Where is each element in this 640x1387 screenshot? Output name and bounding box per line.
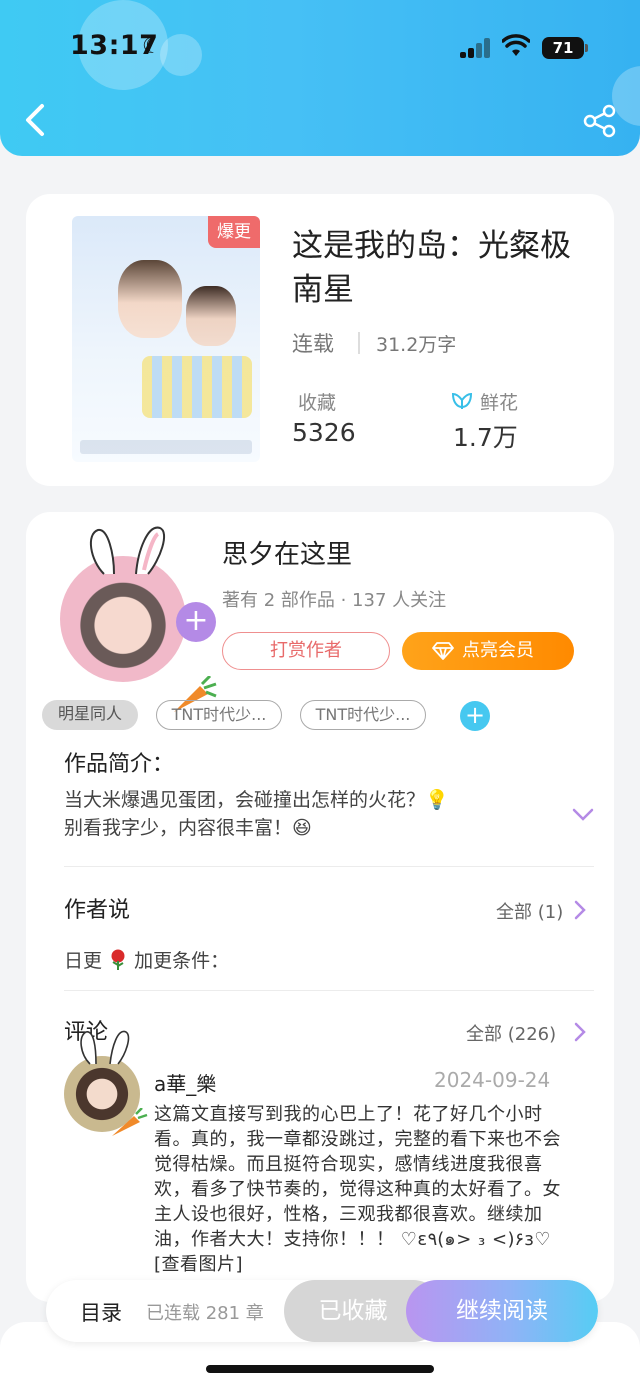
toc-button[interactable]: 目录 [80, 1297, 122, 1327]
author-says-text-part: 日更 [64, 950, 103, 972]
signal-icon [460, 38, 492, 58]
follow-author-button[interactable]: + [176, 602, 216, 642]
comment-text[interactable]: 这篇文直接写到我的心巴上了！花了好几个小时看。真的，我一章都没跳过，完整的看下来… [154, 1102, 564, 1277]
tip-author-button[interactable]: 打赏作者 [222, 632, 390, 670]
back-button[interactable] [20, 100, 50, 140]
divider [64, 990, 594, 991]
chevron-right-icon[interactable] [574, 900, 586, 920]
author-name[interactable]: 思夕在这里 [222, 534, 352, 571]
cover-title-art [142, 356, 252, 418]
book-info-card: 爆更 这是我的岛：光粲极南星 连载 31.2万字 收藏 5326 鲜花 1.7万 [26, 194, 614, 486]
intro-line: 别看我字少，内容很丰富！😆 [64, 817, 312, 839]
bunny-ears-icon [89, 526, 166, 575]
battery-indicator: 71 [542, 37, 584, 59]
favorited-label: 已收藏 [318, 1298, 388, 1324]
bunny-ears-icon [80, 1030, 130, 1065]
wifi-icon [502, 34, 530, 56]
intro-line: 当大米爆遇见蛋团，会碰撞出怎样的火花？💡 [64, 789, 449, 811]
intro-text: 当大米爆遇见蛋团，会碰撞出怎样的火花？💡 别看我字少，内容很丰富！😆 [64, 786, 534, 842]
home-indicator [206, 1365, 434, 1373]
intro-title: 作品简介： [64, 752, 175, 777]
cover-character [118, 260, 182, 338]
comments-more-link[interactable]: 全部 (226) [466, 1020, 556, 1046]
vip-member-button[interactable]: 点亮会员 [402, 632, 574, 670]
book-details-card: + 思夕在这里 著有 2 部作品 · 137 人关注 打赏作者 点亮会员 明星同… [26, 512, 614, 1302]
author-avatar-wrap[interactable]: + [60, 526, 217, 712]
chapter-count[interactable]: 已连载 281 章 [146, 1299, 264, 1325]
flowers-count: 1.7万 [453, 423, 518, 452]
author-says-more-link[interactable]: 全部 (1) [496, 898, 563, 924]
vip-button-label: 点亮会员 [462, 640, 534, 661]
cover-character [186, 286, 236, 346]
decorative-bubble [160, 34, 202, 76]
comment-date: 2024-09-24 [434, 1068, 551, 1092]
tag-item[interactable]: TNT时代少... [156, 700, 282, 730]
top-header: 13:17 ☾ 71 [0, 0, 640, 156]
divider [358, 332, 360, 354]
book-word-count: 31.2万字 [376, 334, 457, 356]
battery-tip [585, 44, 588, 52]
rose-icon [111, 949, 125, 970]
flowers-label: 鲜花 [480, 392, 519, 414]
author-says-text-part: 加更条件： [134, 950, 230, 972]
author-says-title: 作者说 [64, 898, 131, 923]
favorites-count: 5326 [292, 418, 356, 447]
continue-reading-button[interactable]: 继续阅读 [406, 1280, 598, 1342]
update-badge: 爆更 [208, 216, 260, 248]
share-button[interactable] [582, 104, 618, 138]
book-status: 连载 [292, 332, 334, 356]
add-tag-button[interactable]: + [460, 701, 490, 731]
divider [64, 866, 594, 867]
carrot-icon [112, 1108, 148, 1136]
author-meta: 著有 2 部作品 · 137 人关注 [222, 590, 447, 611]
moon-icon: ☾ [142, 34, 162, 59]
favorites-label: 收藏 [298, 392, 337, 414]
tag-genre[interactable]: 明星同人 [42, 700, 138, 730]
commenter-name[interactable]: a華_樂 [154, 1068, 216, 1097]
book-title: 这是我的岛：光粲极南星 [292, 228, 571, 308]
chevron-right-icon[interactable] [574, 1022, 586, 1042]
diamond-icon [432, 642, 454, 660]
bottom-action-bar: 目录 已连载 281 章 已收藏 继续阅读 [46, 1280, 598, 1342]
cover-strip [80, 440, 252, 454]
author-says-text: 日更 加更条件： [64, 946, 229, 973]
expand-chevron-icon[interactable] [572, 808, 594, 822]
book-cover-image[interactable]: 爆更 [72, 216, 260, 462]
flower-icon [451, 392, 473, 409]
tag-item[interactable]: TNT时代少... [300, 700, 426, 730]
commenter-avatar-wrap[interactable] [64, 1030, 148, 1136]
